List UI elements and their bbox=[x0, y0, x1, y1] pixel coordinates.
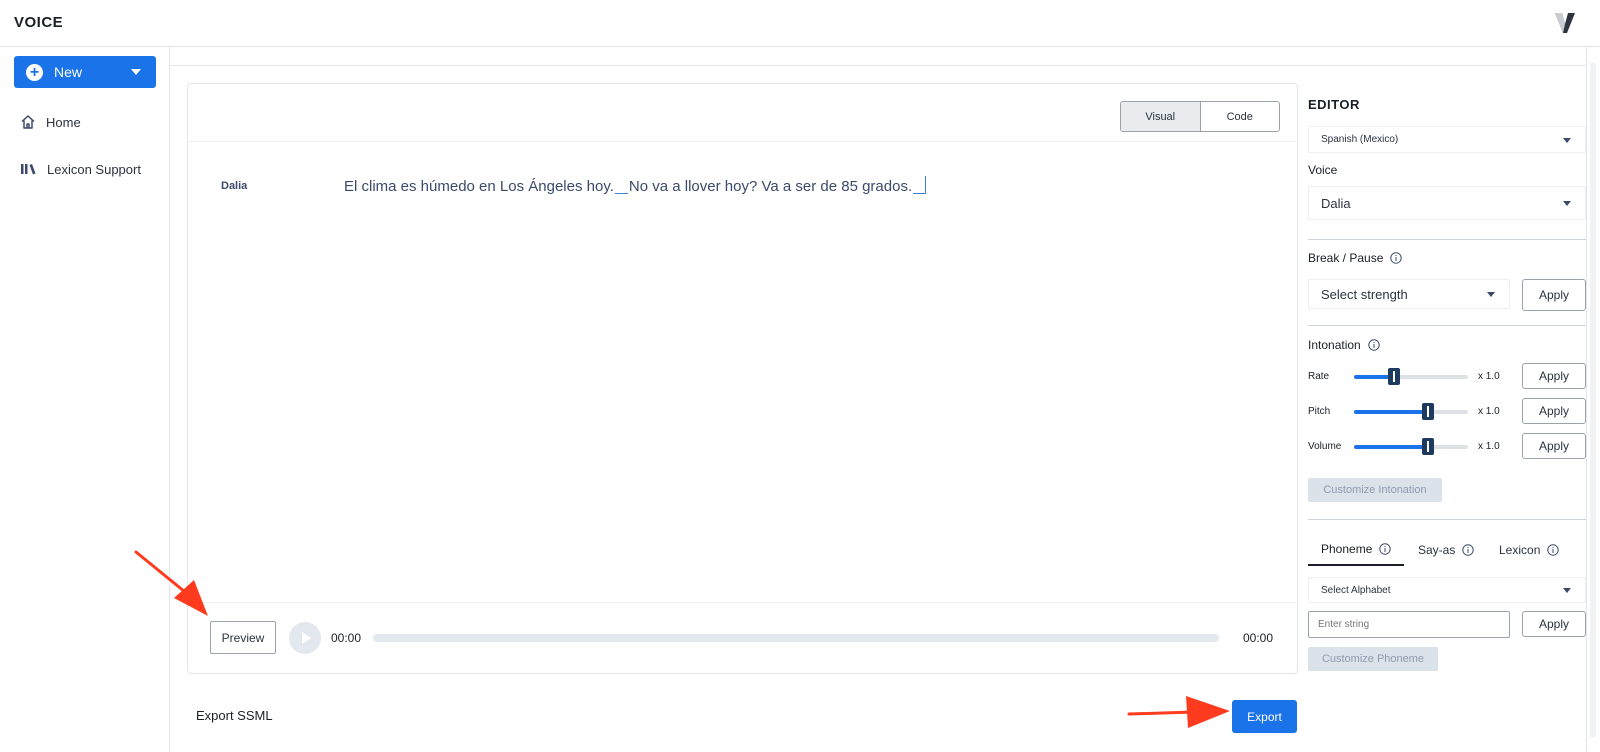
language-select[interactable]: Spanish (Mexico) bbox=[1308, 126, 1586, 153]
break-pause-label: Break / Pause bbox=[1308, 251, 1403, 265]
alphabet-select[interactable]: Select Alphabet bbox=[1308, 577, 1586, 603]
rate-slider-handle[interactable] bbox=[1387, 368, 1400, 385]
total-time: 00:00 bbox=[1243, 631, 1274, 645]
apply-volume-button[interactable]: Apply bbox=[1522, 433, 1586, 459]
pitch-slider[interactable] bbox=[1354, 403, 1468, 420]
sidebar: + New Home Lexicon Support bbox=[0, 47, 170, 752]
section-divider bbox=[1308, 325, 1586, 326]
voice-label: Voice bbox=[1308, 163, 1338, 177]
info-icon[interactable] bbox=[1547, 544, 1560, 556]
rate-label: Rate bbox=[1308, 371, 1330, 382]
editor-text-area[interactable]: El clima es húmedo en Los Ángeles hoy. No… bbox=[344, 176, 927, 195]
section-divider bbox=[1308, 519, 1586, 520]
caret-down-icon bbox=[1563, 137, 1571, 143]
pitch-slider-handle[interactable] bbox=[1422, 403, 1435, 420]
preview-button[interactable]: Preview bbox=[210, 621, 276, 654]
tab-phoneme[interactable]: Phoneme bbox=[1308, 534, 1404, 566]
caret-down-icon bbox=[1487, 292, 1495, 297]
new-button-label: New bbox=[54, 64, 83, 80]
panel-title: EDITOR bbox=[1308, 97, 1360, 112]
play-button[interactable] bbox=[289, 622, 321, 654]
section-divider bbox=[1308, 239, 1586, 240]
ssml-editor-card: Visual Code Dalia El clima es húmedo en … bbox=[187, 83, 1298, 674]
break-strength-placeholder: Select strength bbox=[1321, 286, 1408, 302]
break-strength-select[interactable]: Select strength bbox=[1308, 279, 1510, 309]
current-time: 00:00 bbox=[331, 631, 362, 645]
rate-multiplier: x 1.0 bbox=[1478, 371, 1500, 382]
tab-visual[interactable]: Visual bbox=[1121, 102, 1201, 131]
content-divider bbox=[170, 65, 1586, 66]
audio-progress-bar[interactable] bbox=[373, 634, 1219, 642]
info-icon[interactable] bbox=[1379, 543, 1392, 555]
customize-intonation-button[interactable]: Customize Intonation bbox=[1308, 478, 1442, 502]
new-button[interactable]: + New bbox=[14, 56, 156, 88]
sidebar-item-lexicon-support[interactable]: Lexicon Support bbox=[20, 161, 141, 177]
sidebar-item-home[interactable]: Home bbox=[20, 114, 81, 130]
apply-phoneme-button[interactable]: Apply bbox=[1522, 611, 1586, 637]
player-divider bbox=[188, 602, 1297, 603]
text-segment[interactable]: No va a llover hoy? Va a ser de 85 grado… bbox=[629, 178, 912, 195]
annotation-arrow-icon bbox=[1127, 696, 1230, 728]
card-divider bbox=[188, 141, 1297, 142]
caret-down-icon[interactable] bbox=[131, 69, 141, 75]
text-segment[interactable]: El clima es húmedo en Los Ángeles hoy. bbox=[344, 178, 614, 195]
break-marker[interactable] bbox=[913, 176, 927, 194]
volume-multiplier: x 1.0 bbox=[1478, 441, 1500, 452]
info-icon[interactable] bbox=[1462, 544, 1475, 556]
plus-circle-icon: + bbox=[26, 63, 43, 81]
volume-label: Volume bbox=[1308, 441, 1342, 452]
info-icon[interactable] bbox=[1390, 252, 1403, 264]
export-button[interactable]: Export bbox=[1232, 700, 1297, 733]
app-title: VOICE bbox=[14, 14, 64, 31]
view-toggle: Visual Code bbox=[1120, 101, 1280, 132]
break-pause-text: Break / Pause bbox=[1308, 251, 1384, 265]
tab-lexicon[interactable]: Lexicon bbox=[1499, 534, 1560, 566]
tab-code[interactable]: Code bbox=[1201, 102, 1280, 131]
volume-slider-fill bbox=[1354, 445, 1429, 449]
annotation-arrow-icon bbox=[134, 550, 208, 616]
alphabet-placeholder: Select Alphabet bbox=[1321, 584, 1391, 596]
play-icon bbox=[302, 632, 311, 644]
brand-logo-icon bbox=[1555, 13, 1575, 33]
info-icon[interactable] bbox=[1368, 339, 1380, 351]
apply-pitch-button[interactable]: Apply bbox=[1522, 398, 1586, 424]
intonation-label: Intonation bbox=[1308, 338, 1380, 352]
tab-label: Phoneme bbox=[1321, 542, 1373, 556]
volume-slider[interactable] bbox=[1354, 438, 1468, 455]
tab-label: Lexicon bbox=[1499, 543, 1541, 557]
library-icon bbox=[21, 164, 36, 175]
rate-slider[interactable] bbox=[1354, 368, 1468, 385]
phoneme-string-input[interactable] bbox=[1308, 611, 1510, 638]
pitch-multiplier: x 1.0 bbox=[1478, 406, 1500, 417]
export-ssml-link[interactable]: Export SSML bbox=[196, 708, 273, 723]
intonation-text: Intonation bbox=[1308, 338, 1361, 352]
voice-tag: Dalia bbox=[221, 180, 248, 192]
ssml-tabs: Phoneme Say-as Lexicon bbox=[1308, 534, 1586, 566]
tab-say-as[interactable]: Say-as bbox=[1418, 534, 1475, 566]
apply-break-button[interactable]: Apply bbox=[1522, 279, 1586, 311]
language-value: Spanish (Mexico) bbox=[1321, 134, 1399, 145]
voice-select[interactable]: Dalia bbox=[1308, 186, 1586, 220]
voice-value: Dalia bbox=[1321, 195, 1351, 211]
page-scrollbar[interactable] bbox=[1590, 62, 1596, 738]
top-bar: VOICE bbox=[0, 0, 1600, 47]
sidebar-item-label: Home bbox=[46, 114, 81, 130]
caret-down-icon bbox=[1563, 588, 1571, 593]
sidebar-item-label: Lexicon Support bbox=[47, 161, 141, 177]
content-right-edge bbox=[1586, 47, 1587, 752]
home-icon bbox=[21, 115, 35, 129]
break-marker[interactable] bbox=[614, 176, 628, 194]
apply-rate-button[interactable]: Apply bbox=[1522, 363, 1586, 389]
pitch-label: Pitch bbox=[1308, 406, 1331, 417]
volume-slider-handle[interactable] bbox=[1422, 438, 1435, 455]
pitch-slider-fill bbox=[1354, 410, 1429, 414]
customize-phoneme-button[interactable]: Customize Phoneme bbox=[1308, 647, 1438, 671]
caret-down-icon bbox=[1563, 201, 1571, 206]
tab-label: Say-as bbox=[1418, 543, 1456, 557]
